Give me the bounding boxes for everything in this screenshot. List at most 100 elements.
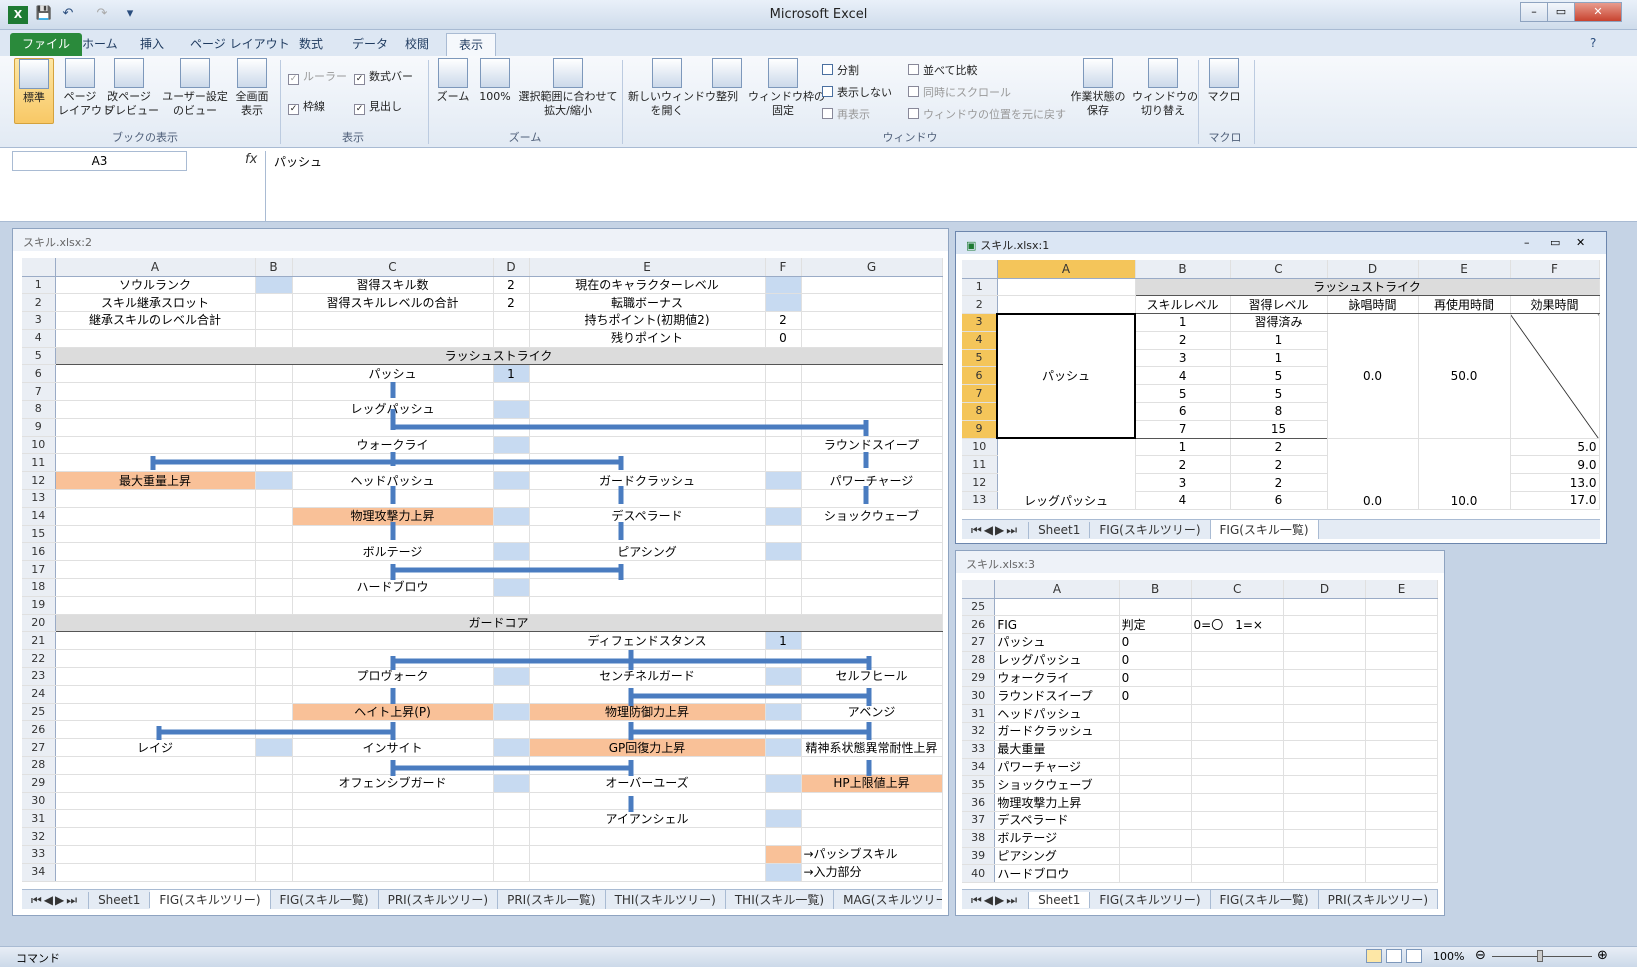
col-header[interactable]: D [1327, 260, 1419, 279]
cell[interactable] [55, 382, 256, 402]
row-header[interactable]: 30 [962, 686, 996, 706]
cell[interactable] [255, 311, 293, 330]
row-header[interactable]: 4 [22, 329, 56, 348]
cell[interactable]: 精神系状態異常耐性上昇 [801, 738, 943, 758]
cell[interactable] [765, 276, 802, 295]
cell[interactable] [765, 453, 802, 473]
cell[interactable] [1365, 847, 1438, 866]
cell[interactable]: ヘイト上昇(P) [292, 703, 494, 722]
row-header[interactable]: 22 [22, 649, 56, 669]
cell[interactable] [1283, 775, 1367, 795]
cell[interactable]: ハードブロウ [994, 864, 1120, 884]
cell[interactable] [1365, 704, 1438, 724]
cell[interactable] [1365, 598, 1438, 617]
close-button[interactable]: ✕ [1574, 2, 1622, 22]
page-layout-view-button[interactable]: ページ レイアウト [58, 58, 113, 118]
sheet-nav-arrows[interactable]: ⏮◀▶⏭ [962, 892, 1030, 909]
cell[interactable] [255, 525, 293, 544]
cell[interactable] [493, 649, 530, 669]
page-layout-view-icon[interactable] [1386, 949, 1402, 963]
cell[interactable] [1191, 775, 1284, 795]
zoom-slider-thumb[interactable] [1537, 950, 1543, 962]
tab-view[interactable]: 表示 [446, 33, 497, 56]
cell[interactable] [765, 845, 802, 864]
cell[interactable] [1283, 829, 1367, 848]
help-icon[interactable]: ? [1590, 36, 1596, 50]
cell[interactable] [493, 774, 530, 793]
cell[interactable] [55, 595, 256, 615]
cell[interactable] [292, 631, 494, 651]
row-header[interactable]: 27 [962, 633, 996, 652]
cell[interactable] [493, 418, 530, 437]
row-header[interactable]: 34 [22, 863, 56, 882]
col-header[interactable]: C [1230, 260, 1328, 279]
cell[interactable] [55, 436, 256, 455]
cell[interactable] [801, 756, 943, 775]
col-header[interactable]: C [292, 258, 494, 277]
cell[interactable] [55, 453, 256, 473]
row-header[interactable]: 10 [962, 438, 998, 457]
cell[interactable] [997, 278, 1136, 297]
cell[interactable] [55, 560, 256, 580]
cell[interactable] [292, 453, 494, 473]
cell[interactable]: ソウルランク [55, 276, 256, 295]
row-header[interactable]: 8 [22, 400, 56, 419]
formula-input[interactable]: パッシュ [265, 151, 1615, 221]
col-header[interactable]: B [1135, 260, 1231, 279]
row-header[interactable]: 29 [22, 774, 56, 793]
row-header[interactable]: 8 [962, 402, 998, 421]
cell[interactable] [55, 631, 256, 651]
cell[interactable]: 物理攻撃力上昇 [292, 507, 494, 526]
cell[interactable] [493, 542, 530, 562]
sheet-tab[interactable]: FIG(スキル一覧) [271, 890, 379, 909]
page-break-view-icon[interactable] [1406, 949, 1422, 963]
cell[interactable]: ショックウェーブ [801, 507, 943, 526]
cell[interactable] [255, 827, 293, 846]
cell[interactable]: 8 [1230, 402, 1328, 421]
cell[interactable] [765, 418, 802, 437]
cell[interactable] [1191, 598, 1284, 617]
row-header[interactable]: 14 [22, 507, 56, 526]
cell[interactable]: 物理防御力上昇 [529, 703, 766, 722]
cell[interactable]: 15 [1230, 420, 1328, 439]
col-header[interactable]: C [1191, 580, 1284, 599]
cell[interactable] [1119, 704, 1192, 724]
cell[interactable] [1283, 811, 1367, 830]
cell[interactable] [1365, 722, 1438, 741]
cell[interactable]: パッシュ [292, 364, 494, 384]
cell[interactable]: 13.0 [1510, 473, 1600, 493]
sheet-tab[interactable]: Sheet1 [1029, 522, 1091, 538]
cell[interactable] [765, 703, 802, 722]
col-header[interactable]: E [529, 258, 766, 277]
cell[interactable] [55, 400, 256, 419]
cell[interactable] [1119, 847, 1192, 866]
cell[interactable] [994, 598, 1120, 617]
full-screen-button[interactable]: 全画面 表示 [230, 58, 274, 118]
row-header[interactable]: 7 [22, 382, 56, 402]
row-header[interactable]: 25 [22, 703, 56, 722]
row-header[interactable]: 16 [22, 542, 56, 562]
cell[interactable]: 5 [1230, 366, 1328, 386]
cell[interactable] [255, 667, 293, 686]
cell[interactable] [255, 649, 293, 669]
reset-position-button[interactable]: ウィンドウの位置を元に戻す [908, 106, 1066, 122]
row-header[interactable]: 13 [962, 491, 998, 510]
cell[interactable]: デスペラード [994, 811, 1120, 830]
cell[interactable] [255, 400, 293, 419]
cell[interactable] [493, 703, 530, 722]
cell[interactable]: 10.0 [1418, 438, 1511, 510]
row-header[interactable]: 21 [22, 631, 56, 651]
cell[interactable] [1283, 633, 1367, 652]
cell[interactable] [765, 774, 802, 793]
cell[interactable]: ボルテージ [292, 542, 494, 562]
cell[interactable] [255, 542, 293, 562]
cell[interactable] [292, 685, 494, 704]
cell[interactable] [1119, 722, 1192, 741]
cell[interactable] [765, 649, 802, 669]
cell[interactable] [1191, 811, 1284, 830]
cell[interactable] [255, 703, 293, 722]
insert-function-icon[interactable]: fx [245, 152, 257, 167]
cell[interactable]: パワーチャージ [994, 758, 1120, 777]
cell[interactable] [1119, 829, 1192, 848]
col-header[interactable]: D [1283, 580, 1367, 599]
